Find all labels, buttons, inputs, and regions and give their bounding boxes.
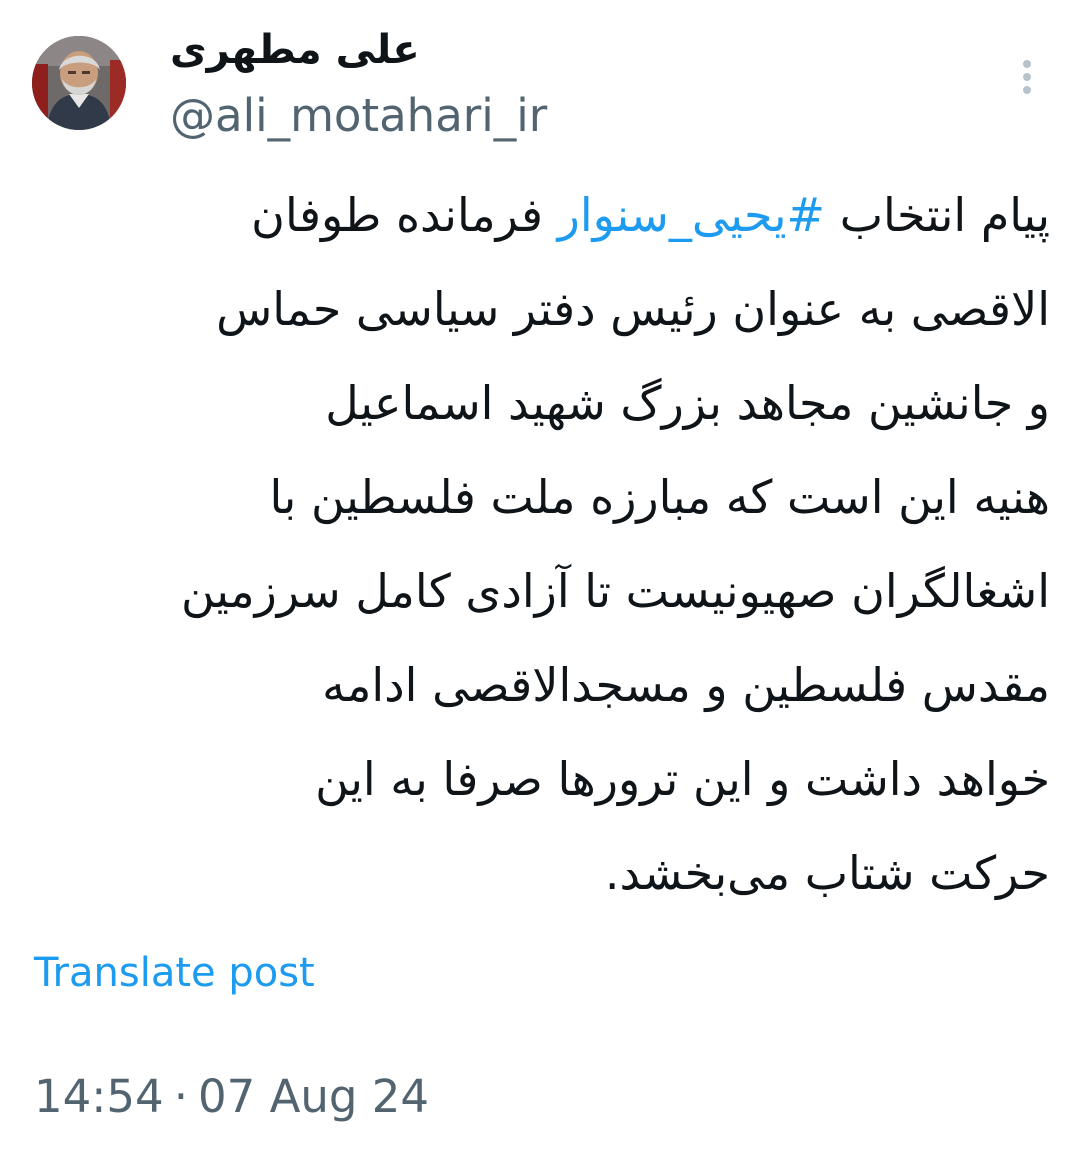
author-handle[interactable]: @ali_motahari_ir: [170, 86, 547, 146]
vertical-ellipsis-icon: [1023, 60, 1031, 94]
post-line: پیام انتخاب #یحیی_سنوار فرمانده طوفان: [28, 168, 1050, 262]
post-time[interactable]: 14:54: [34, 1064, 164, 1130]
post-line-end: فرمانده طوفان: [251, 188, 558, 242]
author-display-name[interactable]: علی مطهری: [170, 22, 420, 78]
avatar-image-icon: [32, 36, 126, 130]
post-line: هنیه این است که مبارزه ملت فلسطین با: [269, 470, 1051, 524]
post-line: حرکت شتاب می‌بخشد.: [604, 846, 1050, 900]
post-timestamp: 14:54 · 07 Aug 24: [34, 1064, 429, 1130]
author-avatar[interactable]: [32, 36, 126, 130]
more-options-button[interactable]: [1000, 50, 1054, 104]
post-line: خواهد داشت و این ترورها صرفا به این: [315, 752, 1050, 806]
translate-post-link[interactable]: Translate post: [34, 944, 315, 1002]
post-line: و جانشین مجاهد بزرگ شهید اسماعیل: [325, 376, 1050, 430]
timestamp-separator: ·: [173, 1070, 188, 1123]
tweet-card: علی مطهری @ali_motahari_ir پیام انتخاب #…: [0, 0, 1080, 1155]
post-text: پیام انتخاب #یحیی_سنوار فرمانده طوفان ال…: [28, 168, 1050, 918]
post-line: الاقصی به عنوان رئیس دفتر سیاسی حماس: [216, 282, 1050, 336]
post-date[interactable]: 07 Aug 24: [198, 1064, 429, 1130]
post-line: مقدس فلسطین و مسجدالاقصی ادامه: [322, 658, 1050, 712]
post-line: اشغالگران صهیونیست تا آزادی کامل سرزمین: [181, 564, 1050, 618]
post-line-start: پیام انتخاب: [825, 188, 1050, 242]
hashtag-link[interactable]: #یحیی_سنوار: [558, 188, 825, 242]
